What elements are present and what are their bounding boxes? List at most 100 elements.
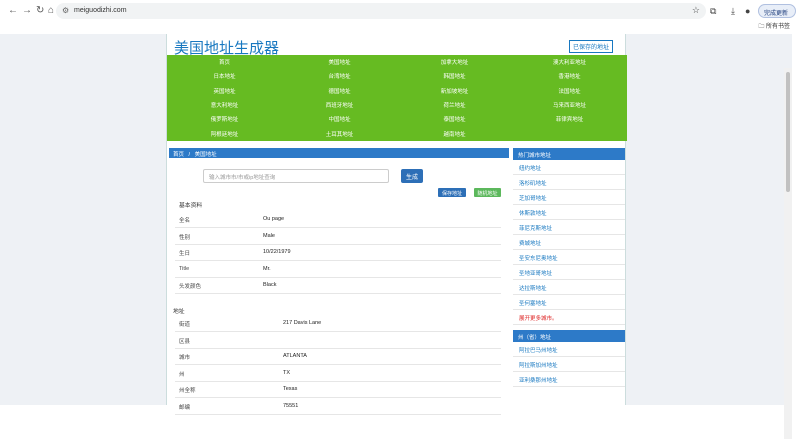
nav-item[interactable]: 日本地址 (167, 72, 282, 80)
field-value[interactable]: 217 Davis Lane (283, 320, 321, 326)
nav-item[interactable]: 菲律宾地址 (512, 115, 627, 123)
address-row: 区县 (175, 333, 501, 349)
random-address-button[interactable]: 随机地址 (474, 188, 501, 197)
field-value[interactable]: Mr. (263, 266, 271, 272)
generate-button[interactable]: 生成 (401, 169, 423, 183)
nav-item[interactable]: 澳大利亚地址 (512, 58, 627, 66)
site-container: 美国地址生成器 已保存的地址 首页 美国地址 加拿大地址 澳大利亚地址 日本地址 台湾地址… (166, 34, 627, 415)
hot-city-link[interactable]: 洛杉矶地址 (513, 175, 625, 190)
nav-item[interactable]: 意大利地址 (167, 101, 282, 109)
all-bookmarks[interactable]: 🗀 所有书签 (758, 21, 790, 32)
all-bookmarks-label: 所有书签 (765, 24, 790, 30)
field-label: 州 (179, 371, 185, 378)
nav-item[interactable]: 荷兰地址 (397, 101, 512, 109)
nav-item[interactable]: 加拿大地址 (397, 58, 512, 66)
breadcrumb: 首页 / 美国地址 (169, 148, 509, 158)
hot-cities-header: 热门城市地址 (513, 148, 625, 160)
download-icon[interactable]: ⤓ (731, 6, 735, 17)
hot-city-link[interactable]: 菲尼克斯地址 (513, 220, 625, 235)
field-label: 全名 (179, 218, 191, 224)
hot-city-link[interactable]: 达拉斯地址 (513, 280, 625, 295)
field-value[interactable]: TX (283, 370, 290, 376)
field-value[interactable]: Ou page (263, 216, 284, 222)
field-value[interactable]: 10/22/1979 (263, 249, 291, 255)
address-row: 邮编 75551 (175, 399, 501, 415)
main-nav: 首页 美国地址 加拿大地址 澳大利亚地址日本地址 台湾地址 韩国地址 香港地址英国地址 德国地… (167, 55, 627, 141)
back-icon[interactable]: ← (8, 5, 18, 16)
scrollbar-thumb[interactable] (786, 72, 790, 192)
address-row: 州 TX (175, 366, 501, 382)
bookmark-star-icon[interactable]: ☆ (692, 5, 700, 16)
address-row: 州全称 Texas (175, 382, 501, 398)
hot-city-link[interactable]: 圣安东尼奥地址 (513, 250, 625, 265)
field-label: Title (179, 265, 190, 272)
state-link[interactable]: 亚利桑那州地址 (513, 372, 625, 387)
nav-item[interactable]: 阿根廷地址 (167, 130, 282, 138)
basic-row: 生日 10/22/1979 (175, 245, 501, 261)
hot-city-link[interactable]: 费城地址 (513, 235, 625, 250)
bookmarks-bar: 🗀 所有书签 (0, 20, 800, 33)
field-value[interactable]: Texas (283, 386, 297, 392)
address-row: 城市 ATLANTA (175, 349, 501, 365)
nav-item[interactable]: 西班牙地址 (282, 101, 397, 109)
basic-section-title: 基本资料 (179, 203, 203, 209)
hot-city-link[interactable]: 圣何塞地址 (513, 295, 625, 310)
state-link[interactable]: 阿拉巴马州地址 (513, 342, 625, 357)
breadcrumb-separator: / (188, 152, 191, 158)
home-icon[interactable]: ⌂ (48, 5, 54, 16)
site-info-icon[interactable]: ⚙ (62, 6, 69, 15)
nav-item[interactable]: 台湾地址 (282, 72, 397, 80)
nav-item[interactable]: 韩国地址 (397, 72, 512, 80)
nav-item[interactable]: 德国地址 (282, 87, 397, 95)
field-value[interactable]: 75551 (283, 403, 298, 409)
nav-item[interactable]: 香港地址 (512, 72, 627, 80)
extensions-icon[interactable]: ⧉ (710, 6, 716, 17)
nav-item[interactable]: 美国地址 (282, 58, 397, 66)
reload-icon[interactable]: ↻ (36, 5, 44, 16)
nav-item[interactable]: 越南地址 (397, 130, 512, 138)
hot-city-link[interactable]: 圣地亚哥地址 (513, 265, 625, 280)
field-value[interactable]: Male (263, 233, 275, 239)
states-header: 州（省）地址 (513, 330, 625, 342)
nav-item[interactable]: 俄罗斯地址 (167, 115, 282, 123)
field-value[interactable]: Black (263, 282, 276, 288)
field-label: 头发颜色 (179, 284, 202, 290)
nav-item[interactable]: 首页 (167, 58, 282, 66)
field-label: 城市 (179, 355, 191, 361)
hot-city-link[interactable]: 芝加哥地址 (513, 190, 625, 205)
forward-icon[interactable]: → (22, 5, 32, 16)
update-button[interactable]: 完成更新 (758, 4, 796, 18)
address-bar-row: ← → ↻ ⌂ ⚙ meiguodizhi.com ☆ ⧉ ⤓ ● 完成更新 (0, 3, 800, 19)
nav-item[interactable]: 中国地址 (282, 115, 397, 123)
basic-row: 全名 Ou page (175, 212, 501, 228)
field-label: 区县 (179, 338, 191, 345)
profile-icon[interactable]: ● (745, 6, 750, 16)
nav-item[interactable]: 新加坡地址 (397, 87, 512, 95)
hot-city-link[interactable]: 纽约地址 (513, 160, 625, 175)
nav-item[interactable]: 马来西亚地址 (512, 101, 627, 109)
sidebar: 热门城市地址 纽约地址 洛杉矶地址 芝加哥地址 休斯敦地址 菲尼克斯地址 费城地址 圣安东尼… (513, 148, 625, 387)
url-text: meiguodizhi.com (74, 7, 127, 14)
save-address-button[interactable]: 保存地址 (438, 188, 466, 197)
nav-item[interactable]: 泰国地址 (397, 115, 512, 123)
basic-row: 头发颜色 Black (175, 278, 501, 294)
nav-item[interactable]: 土耳其地址 (282, 130, 397, 138)
nav-item[interactable]: 法国地址 (512, 87, 627, 95)
breadcrumb-home[interactable]: 首页 (173, 152, 184, 158)
basic-row: 性别 Male (175, 229, 501, 245)
scrollbar[interactable] (784, 68, 792, 439)
url-input[interactable]: ⚙ meiguodizhi.com ☆ (56, 3, 706, 19)
state-link[interactable]: 阿拉斯加州地址 (513, 357, 625, 372)
browser-chrome: ← → ↻ ⌂ ⚙ meiguodizhi.com ☆ ⧉ ⤓ ● 完成更新 🗀… (0, 0, 800, 34)
saved-addresses-link[interactable]: 已保存的地址 (568, 40, 613, 53)
field-value[interactable]: ATLANTA (283, 353, 307, 359)
breadcrumb-current: 美国地址 (194, 152, 217, 158)
nav-item[interactable]: 英国地址 (167, 87, 282, 95)
field-label: 性别 (179, 234, 191, 241)
field-label: 邮编 (179, 404, 191, 411)
search-input[interactable]: 输入城市市/市或ip地址查询 (203, 169, 389, 183)
field-label: 街道 (179, 322, 191, 328)
expand-more-link[interactable]: 展开更多城市。 (513, 310, 625, 325)
basic-row: Title Mr. (175, 262, 501, 278)
hot-city-link[interactable]: 休斯敦地址 (513, 205, 625, 220)
